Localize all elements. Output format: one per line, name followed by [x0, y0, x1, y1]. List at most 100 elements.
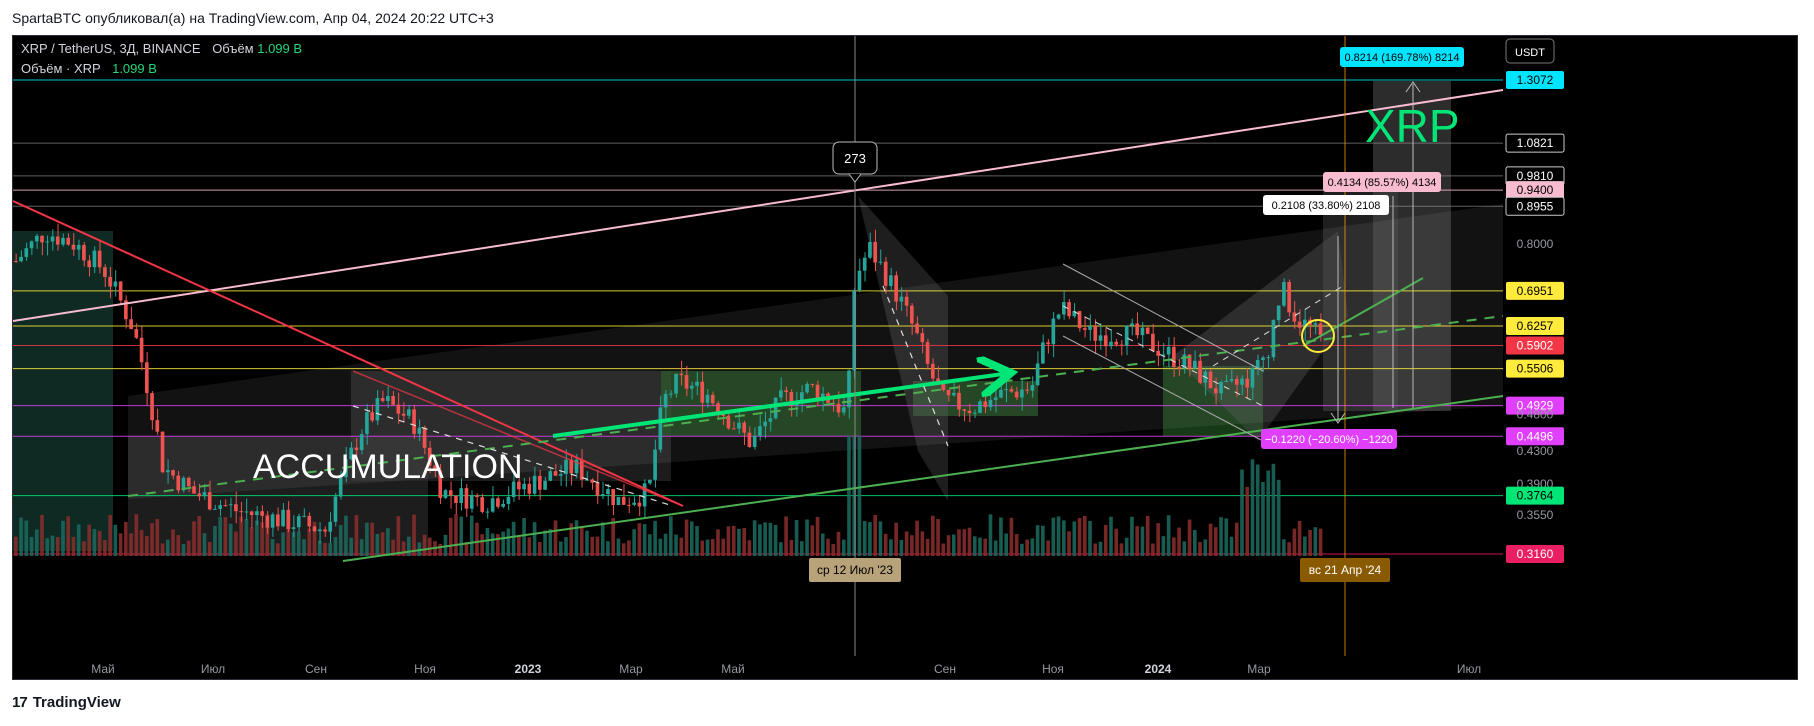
- time-tick-0: Май: [91, 662, 115, 676]
- volume-bar: [962, 529, 967, 556]
- candle-body: [669, 393, 673, 395]
- price-tick-0: 1.3072: [1517, 73, 1554, 87]
- legend-symbol: XRP / TetherUS, 3Д, BINANCE: [21, 41, 201, 56]
- volume-bar: [1177, 527, 1181, 556]
- volume-bar: [1271, 463, 1276, 556]
- candle-body: [490, 498, 495, 512]
- time-tick-4: 2023: [515, 662, 542, 676]
- candle-body: [475, 495, 479, 498]
- volume-bar: [76, 524, 81, 556]
- candle-body: [579, 459, 584, 480]
- volume-bar: [1030, 538, 1035, 556]
- candle-body: [323, 529, 327, 532]
- price-tick-12: 0.4496: [1517, 429, 1554, 443]
- candle-body: [1276, 305, 1281, 321]
- volume-bar: [1009, 517, 1014, 556]
- candle-body: [1067, 302, 1071, 317]
- candle-body: [92, 250, 97, 268]
- price-tick-4: 0.8955: [1517, 199, 1554, 213]
- volume-bar: [1025, 539, 1029, 556]
- measure-mid-label: 0.4134 (85.57%) 4134: [1328, 177, 1437, 189]
- candle-body: [1166, 346, 1171, 355]
- candle-body: [632, 502, 636, 505]
- currency-button[interactable]: USDT: [1505, 38, 1555, 64]
- candle-body: [695, 381, 699, 386]
- price-chart[interactable]: ACCUMULATION XRP 273 0.8214 (169.78%) 82…: [13, 36, 1797, 679]
- candle-body: [291, 527, 296, 529]
- volume-bar: [223, 517, 228, 556]
- candle-body: [422, 427, 427, 448]
- candle-body: [1088, 326, 1092, 330]
- legend-volume-label: Объём · XRP: [21, 61, 100, 76]
- volume-bar: [1255, 464, 1260, 556]
- candle-body: [192, 486, 196, 494]
- volume-bar: [365, 522, 369, 556]
- volume-bar: [1213, 527, 1218, 556]
- candle-body: [1151, 333, 1155, 351]
- volume-bar: [1297, 521, 1302, 556]
- volume-bar: [915, 520, 919, 556]
- candle-body: [904, 296, 909, 306]
- candle-body: [207, 492, 212, 510]
- candle-body: [401, 413, 406, 416]
- volume-bar: [380, 532, 385, 556]
- candle-body: [412, 409, 416, 434]
- volume-bar: [894, 522, 898, 556]
- chart-pane[interactable]: ACCUMULATION XRP 273 0.8214 (169.78%) 82…: [12, 35, 1798, 680]
- candle-body: [66, 237, 71, 245]
- volume-bar: [160, 543, 165, 556]
- volume-bar: [1224, 518, 1229, 556]
- candle-body: [1004, 389, 1008, 391]
- volume-bar: [695, 526, 699, 556]
- volume-bar: [501, 531, 505, 556]
- volume-bar: [202, 533, 207, 556]
- candle-body: [663, 393, 668, 408]
- candle-body: [97, 250, 102, 268]
- candle-body: [653, 449, 657, 480]
- volume-bar: [831, 543, 836, 556]
- volume-bar: [868, 522, 872, 556]
- volume-bar: [401, 541, 406, 556]
- volume-bar: [1093, 543, 1098, 556]
- price-tick-6: 0.6951: [1517, 284, 1554, 298]
- candle-body: [558, 474, 563, 476]
- volume-bar: [506, 528, 511, 556]
- legend-vol-label: Объём: [212, 41, 253, 56]
- candle-body: [1093, 326, 1098, 341]
- volume-bar: [1082, 515, 1087, 556]
- volume-bar: [731, 525, 736, 556]
- candle-body: [1020, 389, 1024, 398]
- candle-body: [915, 323, 919, 334]
- volume-bar: [590, 536, 595, 556]
- candle-body: [538, 475, 542, 490]
- candle-body: [773, 397, 778, 419]
- volume-bar: [993, 540, 998, 556]
- candle-body: [1046, 342, 1050, 345]
- volume-bar: [873, 514, 877, 556]
- volume-bar: [815, 516, 820, 556]
- volume-bar: [1198, 542, 1202, 556]
- candle-body: [139, 337, 144, 363]
- candle-body: [501, 503, 505, 507]
- volume-bar: [1219, 517, 1223, 556]
- volume-bar: [307, 528, 312, 556]
- volume-bar: [532, 522, 537, 556]
- candle-body: [145, 362, 149, 394]
- volume-bar: [485, 528, 490, 556]
- volume-bar: [1130, 516, 1134, 556]
- candle-body: [1030, 385, 1035, 391]
- candle-body: [810, 383, 815, 385]
- volume-bar: [469, 515, 474, 556]
- currency-button-label[interactable]: USDT: [1515, 47, 1545, 59]
- volume-bar: [710, 539, 715, 556]
- candle-body: [606, 489, 610, 495]
- candle-body: [82, 244, 86, 261]
- volume-bar: [255, 520, 259, 556]
- candle-body: [1213, 388, 1218, 394]
- volume-bar: [1240, 469, 1244, 556]
- candle-body: [679, 373, 684, 376]
- volume-bar: [904, 531, 909, 556]
- candle-body: [454, 495, 458, 503]
- price-tick-9: 0.5506: [1517, 362, 1554, 376]
- candle-body: [1193, 360, 1197, 369]
